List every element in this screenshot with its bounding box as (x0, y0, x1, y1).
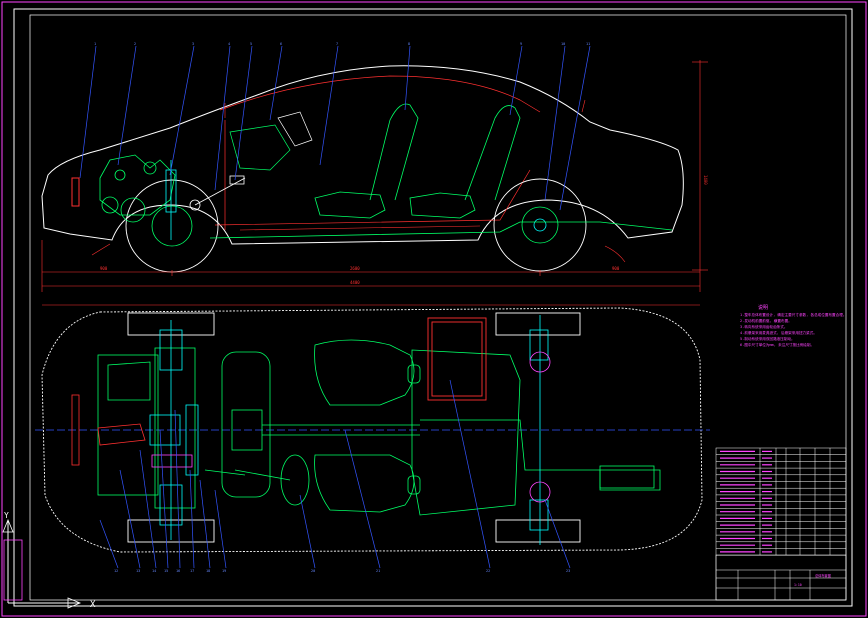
overall-length-dim: 4400 (350, 280, 360, 285)
svg-text:22: 22 (486, 569, 490, 573)
rear-overhang-dim: 900 (612, 266, 620, 271)
svg-text:23: 23 (566, 569, 570, 573)
side-view: 900 2600 900 4400 1400 1 2 3 4 5 6 7 8 9 10 11 (41, 42, 708, 292)
fuel-tank (427, 317, 487, 401)
svg-text:15: 15 (164, 569, 168, 573)
note-line: 3.转向系统采用齿轮齿条式。 (740, 324, 787, 329)
front-wheel (125, 179, 219, 273)
notes-title: 说明 (758, 304, 768, 311)
svg-text:20: 20 (311, 569, 315, 573)
steering-column (189, 175, 246, 211)
svg-text:X: X (90, 600, 96, 610)
svg-text:9: 9 (520, 42, 522, 46)
rear-seat (409, 105, 521, 219)
front-subframe (97, 347, 271, 509)
svg-text:19: 19 (222, 569, 226, 573)
svg-text:14: 14 (152, 569, 156, 573)
drawing-scale: 1:10 (794, 583, 802, 587)
front-overhang-dim: 900 (100, 266, 108, 271)
svg-text:16: 16 (176, 569, 180, 573)
top-wheels (127, 312, 581, 543)
steering-wheel (204, 454, 310, 506)
svg-text:3: 3 (192, 42, 194, 46)
rear-wheel (493, 178, 587, 272)
svg-text:11: 11 (586, 42, 590, 46)
top-view: 12 13 14 15 16 17 18 19 20 21 22 23 (35, 304, 710, 573)
top-leaders (99, 379, 571, 569)
floor-pan (209, 221, 673, 239)
note-line: 6.图中尺寸单位为mm, 未注尺寸按比例绘制。 (740, 342, 814, 347)
engine-assembly (99, 154, 176, 223)
headlamp (71, 177, 80, 207)
cad-drawing-canvas[interactable]: 900 2600 900 4400 1400 123 456 789 1011 (0, 0, 868, 618)
svg-text:1: 1 (94, 42, 96, 46)
svg-text:Y: Y (4, 511, 9, 520)
note-line: 1.整车总体布置设计, 确定主要尺寸参数, 各总成位置布置合理。 (740, 312, 846, 317)
technical-notes: 说明 1.整车总体布置设计, 确定主要尺寸参数, 各总成位置布置合理。 2.发动… (740, 304, 846, 347)
svg-text:13: 13 (136, 569, 140, 573)
note-line: 5.制动系统采用双回路液压制动。 (740, 336, 795, 341)
svg-text:21: 21 (376, 569, 380, 573)
side-dimensions (41, 60, 708, 292)
note-line: 4.前悬架采用麦弗逊式, 后悬架采用扭力梁式。 (740, 330, 817, 335)
ucs-axis-icon[interactable]: X Y (2, 511, 96, 610)
top-seats (314, 339, 521, 516)
svg-text:17: 17 (190, 569, 194, 573)
svg-text:2: 2 (134, 42, 136, 46)
note-line: 2.发动机前置前驱, 横置布置。 (740, 318, 792, 323)
svg-text:4: 4 (228, 42, 230, 46)
side-interior-trim (214, 75, 541, 230)
svg-text:7: 7 (336, 42, 338, 46)
svg-text:18: 18 (206, 569, 210, 573)
wheelbase-dim: 2600 (350, 266, 360, 271)
svg-text:5: 5 (250, 42, 252, 46)
svg-text:12: 12 (114, 569, 118, 573)
front-strut (165, 160, 177, 240)
svg-text:10: 10 (561, 42, 565, 46)
svg-text:8: 8 (408, 42, 410, 46)
svg-text:6: 6 (280, 42, 282, 46)
drawing-outer-border (13, 8, 853, 607)
overall-height-dim: 1400 (703, 175, 708, 185)
drive-shaft (231, 409, 661, 491)
drawing-name: 总体布置图 (815, 573, 831, 578)
side-leaders (79, 45, 591, 211)
front-seat (314, 103, 419, 219)
